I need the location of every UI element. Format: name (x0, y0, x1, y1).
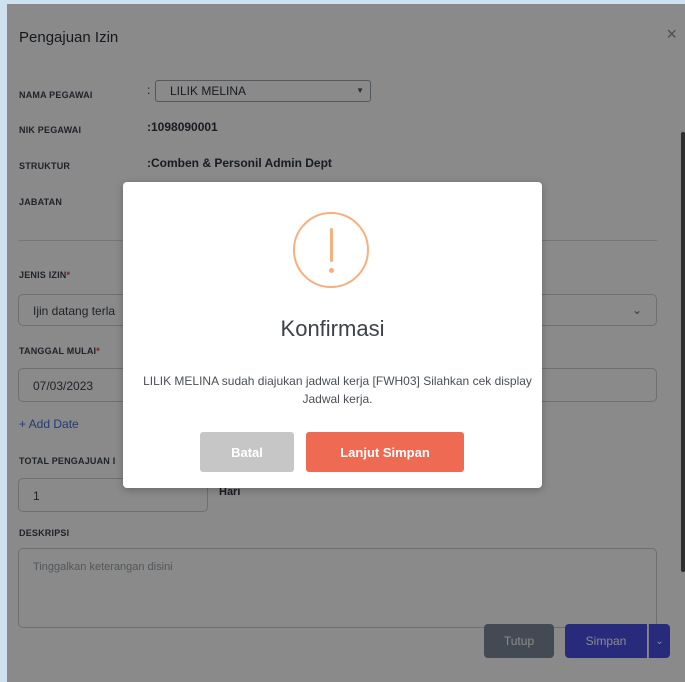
warning-icon (293, 212, 369, 288)
lanjut-simpan-button[interactable]: Lanjut Simpan (306, 432, 464, 472)
batal-button[interactable]: Batal (200, 432, 294, 472)
dialog-title: Konfirmasi (280, 316, 385, 341)
konfirmasi-dialog: Konfirmasi LILIK MELINA sudah diajukan j… (123, 182, 542, 488)
dialog-message: LILIK MELINA sudah diajukan jadwal kerja… (143, 374, 532, 406)
